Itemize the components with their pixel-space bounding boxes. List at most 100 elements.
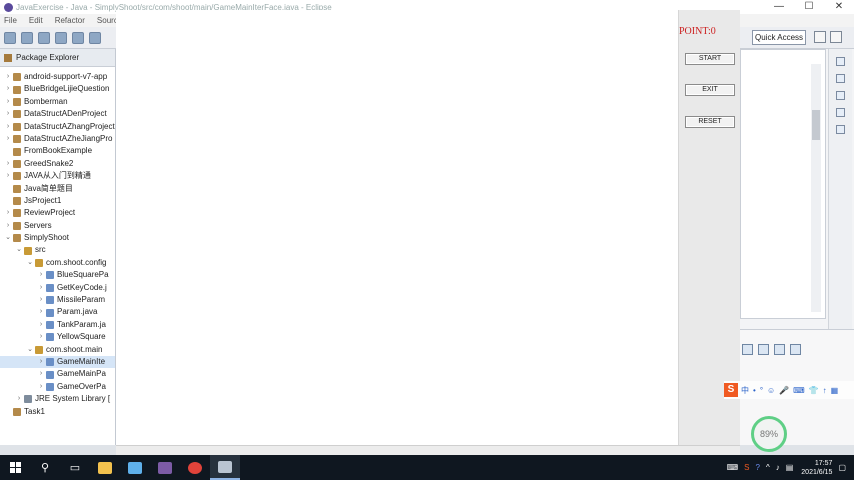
tree-item[interactable]: › GetKeyCode.j	[0, 282, 115, 294]
tree-item[interactable]: ⌄ com.shoot.config	[0, 257, 115, 269]
pin-icon[interactable]	[774, 344, 785, 355]
ime-emoji-icon[interactable]: ☺	[767, 386, 775, 395]
tree-item[interactable]: Task1	[0, 406, 115, 418]
sogou-tray-icon[interactable]: S	[744, 463, 749, 472]
package-explorer-tab[interactable]: Package Explorer	[0, 49, 115, 67]
tree-expander-icon[interactable]: ›	[4, 108, 12, 120]
tree-item[interactable]: › DataStructAZheJiangPro	[0, 133, 115, 145]
start-button[interactable]: START	[685, 53, 735, 65]
tree-expander-icon[interactable]: ›	[4, 158, 12, 170]
tree-expander-icon[interactable]: ›	[15, 393, 23, 405]
ime-language-toggle[interactable]: 中	[741, 385, 749, 396]
clear-icon[interactable]	[742, 344, 753, 355]
debug-icon[interactable]	[72, 31, 84, 44]
search-icon[interactable]: ⚲	[30, 455, 60, 480]
game-canvas[interactable]	[116, 10, 678, 445]
maximize-button[interactable]: ☐	[794, 0, 824, 14]
tree-expander-icon[interactable]: ›	[37, 331, 45, 343]
chrome-icon[interactable]	[180, 455, 210, 480]
task-list-icon[interactable]	[836, 57, 845, 66]
java-perspective-icon[interactable]	[830, 31, 842, 43]
tree-item[interactable]: › DataStructAZhangProject	[0, 121, 115, 133]
tree-item[interactable]: › Bomberman	[0, 96, 115, 108]
tree-expander-icon[interactable]: ›	[37, 282, 45, 294]
tree-expander-icon[interactable]: ›	[4, 83, 12, 95]
tree-expander-icon[interactable]: ›	[4, 133, 12, 145]
tree-item[interactable]: › GameMainPa	[0, 368, 115, 380]
tree-expander-icon[interactable]: ›	[37, 294, 45, 306]
task-view-icon[interactable]: ▭	[60, 455, 90, 480]
minimize-button[interactable]: —	[764, 0, 794, 14]
file-explorer-icon[interactable]	[90, 455, 120, 480]
tree-item[interactable]: › GameOverPa	[0, 381, 115, 393]
search-view-icon[interactable]	[836, 125, 845, 134]
reset-button[interactable]: RESET	[685, 116, 735, 128]
tree-expander-icon[interactable]: ›	[4, 71, 12, 83]
tree-expander-icon[interactable]: ›	[4, 207, 12, 219]
tree-item[interactable]: › MissileParam	[0, 294, 115, 306]
tree-item[interactable]: JsProject1	[0, 195, 115, 207]
start-button[interactable]	[0, 455, 30, 480]
help-tray-icon[interactable]: ?	[756, 463, 760, 472]
tree-expander-icon[interactable]: ⌄	[4, 232, 12, 244]
tree-item[interactable]: › BlueBridgeLijieQuestion	[0, 83, 115, 95]
network-icon[interactable]: ▤	[786, 463, 794, 472]
tree-expander-icon[interactable]: ›	[37, 269, 45, 281]
tree-item[interactable]: Java简单题目	[0, 183, 115, 195]
tree-item[interactable]: ⌄ SimplyShoot	[0, 232, 115, 244]
tree-item[interactable]: › Servers	[0, 220, 115, 232]
tree-item[interactable]: › JRE System Library [	[0, 393, 115, 405]
tree-expander-icon[interactable]: ›	[37, 306, 45, 318]
ime-upload-icon[interactable]: ↑	[823, 386, 827, 395]
tree-item[interactable]: › ReviewProject	[0, 207, 115, 219]
tree-item[interactable]: › GreedSnake2	[0, 158, 115, 170]
tree-expander-icon[interactable]: ›	[4, 170, 12, 182]
scroll-lock-icon[interactable]	[758, 344, 769, 355]
tree-expander-icon[interactable]: ⌄	[15, 244, 23, 256]
quick-access-input[interactable]: Quick Access	[752, 30, 806, 45]
display-icon[interactable]	[790, 344, 801, 355]
tree-expander-icon[interactable]: ⌄	[26, 344, 34, 356]
tree-item[interactable]: › GameMainIte	[0, 355, 115, 369]
notification-icon[interactable]: ▢	[838, 463, 846, 472]
ime-keyboard-icon[interactable]: ⌨	[793, 386, 805, 395]
menu-file[interactable]: File	[4, 16, 17, 25]
menu-edit[interactable]: Edit	[29, 16, 43, 25]
save-all-icon[interactable]	[38, 31, 50, 44]
memory-gauge[interactable]: 89%	[751, 416, 787, 452]
tree-expander-icon[interactable]: ›	[4, 220, 12, 232]
tree-item[interactable]: › android-support-v7-app	[0, 71, 115, 83]
exit-button[interactable]: EXIT	[685, 84, 735, 96]
outline-scrollbar[interactable]	[811, 64, 821, 312]
scroll-thumb[interactable]	[812, 110, 820, 140]
tree-item[interactable]: › DataStructADenProject	[0, 108, 115, 120]
run-icon[interactable]	[89, 31, 101, 44]
tree-item[interactable]: › YellowSquare	[0, 331, 115, 343]
tree-item[interactable]: ⌄ src	[0, 244, 115, 256]
console-icon[interactable]	[836, 91, 845, 100]
java-app-icon[interactable]	[210, 455, 240, 480]
tree-item[interactable]: › Param.java	[0, 306, 115, 318]
problems-icon[interactable]	[836, 108, 845, 117]
taskbar-clock[interactable]: 17:57 2021/6/15	[801, 459, 832, 477]
ime-tray-icon[interactable]: ⌨	[727, 463, 739, 472]
sogou-logo-icon[interactable]: S	[724, 383, 738, 397]
speaker-icon[interactable]: ♪	[776, 463, 780, 472]
tree-item[interactable]: › JAVA从入门到精通	[0, 170, 115, 182]
tree-item[interactable]: ⌄ com.shoot.main	[0, 344, 115, 356]
game-app-icon[interactable]	[150, 455, 180, 480]
tree-expander-icon[interactable]: ›	[4, 121, 12, 133]
close-button[interactable]: ✕	[824, 0, 854, 14]
save-icon[interactable]	[21, 31, 33, 44]
tree-item[interactable]: FromBookExample	[0, 145, 115, 157]
tree-expander-icon[interactable]: ›	[37, 368, 45, 380]
outline-icon[interactable]	[836, 74, 845, 83]
hidden-icons-chevron-icon[interactable]: ^	[766, 463, 770, 472]
notepad-icon[interactable]	[120, 455, 150, 480]
ime-voice-icon[interactable]: 🎤	[779, 386, 789, 395]
print-icon[interactable]	[55, 31, 67, 44]
tree-expander-icon[interactable]: ›	[4, 96, 12, 108]
tree-expander-icon[interactable]: ⌄	[26, 257, 34, 269]
ime-punctuation-icon[interactable]: •	[753, 386, 756, 395]
tree-item[interactable]: › BlueSquarePa	[0, 269, 115, 281]
